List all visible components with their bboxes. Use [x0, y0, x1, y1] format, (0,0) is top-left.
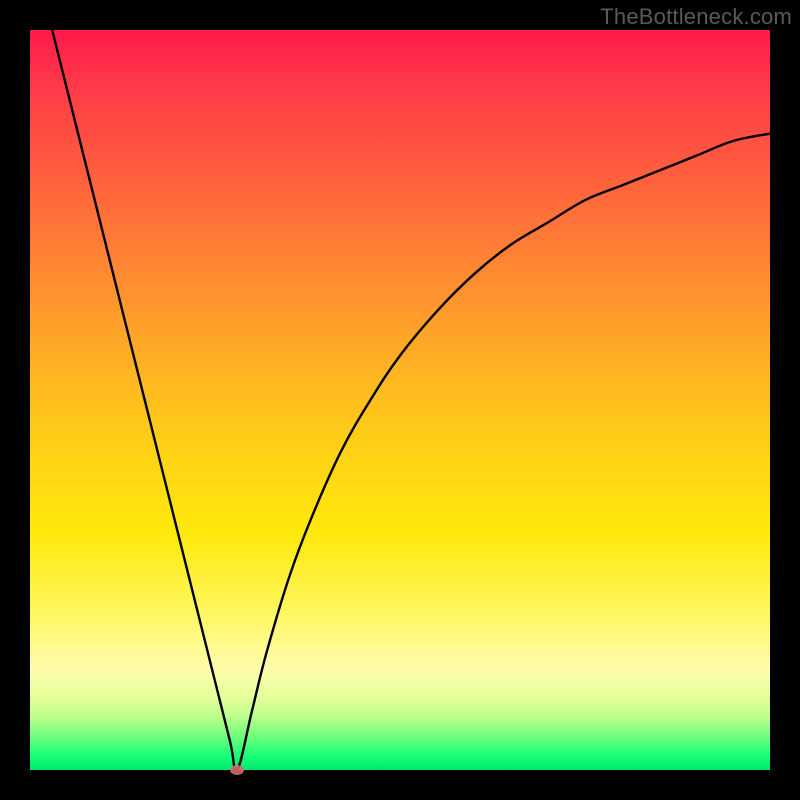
plot-area	[30, 30, 770, 770]
chart-frame: TheBottleneck.com	[0, 0, 800, 800]
optimal-marker	[230, 765, 244, 775]
bottleneck-curve	[30, 30, 770, 770]
watermark-text: TheBottleneck.com	[600, 4, 792, 30]
curve-path	[52, 30, 770, 770]
